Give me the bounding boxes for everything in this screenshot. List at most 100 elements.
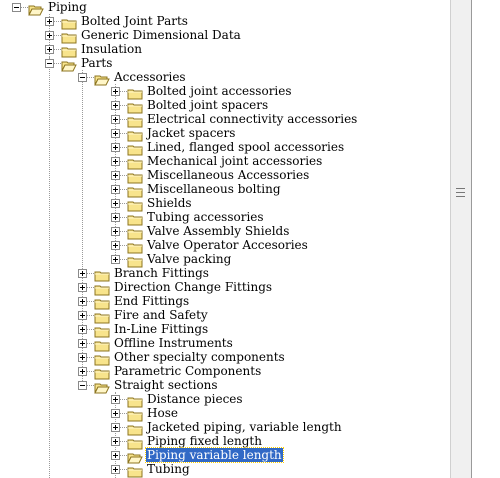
tree-view[interactable]: Piping Bolted Joint Parts Generic Dimensio… [0, 0, 450, 478]
collapse-minus-icon[interactable] [78, 381, 87, 390]
expand-plus-icon[interactable] [78, 283, 87, 292]
tree-item[interactable]: Tubing [0, 462, 450, 478]
tree-item[interactable]: Electrical connectivity accessories [0, 112, 450, 128]
expand-plus-icon[interactable] [111, 185, 120, 194]
tree-item[interactable]: Fire and Safety [0, 308, 450, 324]
splitter-bar[interactable] [450, 0, 471, 478]
tree-item-label[interactable]: In-Line Fittings [113, 322, 209, 336]
expand-plus-icon[interactable] [111, 227, 120, 236]
tree-item-label[interactable]: Piping variable length [145, 447, 284, 463]
tree-item[interactable]: Distance pieces [0, 392, 450, 408]
tree-item[interactable]: Valve Assembly Shields [0, 224, 450, 240]
tree-item-label[interactable]: Valve Assembly Shields [146, 224, 290, 238]
expand-plus-icon[interactable] [111, 171, 120, 180]
expand-plus-icon[interactable] [78, 297, 87, 306]
tree-item[interactable]: Jacket spacers [0, 126, 450, 142]
expand-plus-icon[interactable] [78, 311, 87, 320]
tree-item[interactable]: Bolted Joint Parts [0, 14, 450, 30]
tree-item[interactable]: Parametric Components [0, 364, 450, 380]
tree-item-label[interactable]: Bolted joint spacers [146, 98, 269, 112]
tree-item-label[interactable]: Valve packing [146, 252, 232, 266]
expand-plus-icon[interactable] [111, 465, 120, 474]
tree-item[interactable]: Generic Dimensional Data [0, 28, 450, 44]
tree-item-label[interactable]: Bolted joint accessories [146, 84, 293, 98]
tree-item-label[interactable]: Direction Change Fittings [113, 280, 273, 294]
tree-item[interactable]: Bolted joint accessories [0, 84, 450, 100]
tree-item-label[interactable]: Miscellaneous bolting [146, 182, 282, 196]
tree-item[interactable]: Valve Operator Accesories [0, 238, 450, 254]
expand-plus-icon[interactable] [45, 45, 54, 54]
tree-item-label[interactable]: Piping fixed length [146, 434, 263, 448]
tree-item[interactable]: Straight sections [0, 378, 450, 394]
tree-item-label[interactable]: Tubing [146, 462, 191, 476]
expand-plus-icon[interactable] [78, 269, 87, 278]
tree-item-label[interactable]: Distance pieces [146, 392, 244, 406]
tree-item-label[interactable]: Lined, flanged spool accessories [146, 140, 345, 154]
tree-item-label[interactable]: Insulation [80, 42, 143, 56]
tree-item-label[interactable]: Branch Fittings [113, 266, 210, 280]
tree-item[interactable]: In-Line Fittings [0, 322, 450, 338]
expand-plus-icon[interactable] [111, 199, 120, 208]
tree-item[interactable]: Valve packing [0, 252, 450, 268]
collapse-minus-icon[interactable] [45, 59, 54, 68]
tree-item[interactable]: Parts [0, 56, 450, 72]
tree-item-label[interactable]: Hose [146, 406, 179, 420]
tree-item[interactable]: End Fittings [0, 294, 450, 310]
tree-item[interactable]: Miscellaneous bolting [0, 182, 450, 198]
tree-item-label[interactable]: Miscellaneous Accessories [146, 168, 310, 182]
tree-item-label[interactable]: Piping [47, 0, 88, 14]
expand-plus-icon[interactable] [111, 157, 120, 166]
expand-plus-icon[interactable] [78, 367, 87, 376]
tree-item-label[interactable]: Other specialty components [113, 350, 286, 364]
tree-item[interactable]: Other specialty components [0, 350, 450, 366]
tree-item-label[interactable]: Accessories [113, 70, 187, 84]
tree-item-label[interactable]: Jacket spacers [146, 126, 236, 140]
expand-plus-icon[interactable] [111, 129, 120, 138]
tree-item-label[interactable]: Bolted Joint Parts [80, 14, 189, 28]
expand-plus-icon[interactable] [78, 339, 87, 348]
collapse-minus-icon[interactable] [78, 73, 87, 82]
tree-item-label[interactable]: Parts [80, 56, 113, 70]
tree-item[interactable]: Insulation [0, 42, 450, 58]
tree-item-label[interactable]: Shields [146, 196, 193, 210]
grip-icon[interactable] [456, 188, 465, 197]
expand-plus-icon[interactable] [111, 451, 120, 460]
tree-item-label[interactable]: Tubing accessories [146, 210, 265, 224]
tree-item-label[interactable]: Electrical connectivity accessories [146, 112, 358, 126]
collapse-minus-icon[interactable] [12, 3, 21, 12]
tree-item[interactable]: Shields [0, 196, 450, 212]
tree-item-label[interactable]: Mechanical joint accessories [146, 154, 323, 168]
tree-item[interactable]: Piping variable length [0, 447, 450, 464]
tree-item-label[interactable]: Fire and Safety [113, 308, 209, 322]
tree-item-label[interactable]: Straight sections [113, 378, 219, 392]
tree-item[interactable]: Piping fixed length [0, 434, 450, 450]
tree-item[interactable]: Tubing accessories [0, 210, 450, 226]
expand-plus-icon[interactable] [111, 101, 120, 110]
tree-item[interactable]: Mechanical joint accessories [0, 154, 450, 170]
expand-plus-icon[interactable] [111, 423, 120, 432]
tree-item[interactable]: Piping [0, 0, 450, 16]
tree-item[interactable]: Offline Instruments [0, 336, 450, 352]
tree-item-label[interactable]: End Fittings [113, 294, 190, 308]
expand-plus-icon[interactable] [111, 437, 120, 446]
expand-plus-icon[interactable] [111, 87, 120, 96]
expand-plus-icon[interactable] [78, 325, 87, 334]
tree-item[interactable]: Accessories [0, 70, 450, 86]
tree-item[interactable]: Branch Fittings [0, 266, 450, 282]
tree-item[interactable]: Direction Change Fittings [0, 280, 450, 296]
expand-plus-icon[interactable] [111, 143, 120, 152]
expand-plus-icon[interactable] [111, 255, 120, 264]
tree-item-label[interactable]: Generic Dimensional Data [80, 28, 242, 42]
tree-item-label[interactable]: Offline Instruments [113, 336, 234, 350]
tree-item[interactable]: Miscellaneous Accessories [0, 168, 450, 184]
tree-item[interactable]: Jacketed piping, variable length [0, 420, 450, 436]
tree-item[interactable]: Lined, flanged spool accessories [0, 140, 450, 156]
expand-plus-icon[interactable] [45, 17, 54, 26]
expand-plus-icon[interactable] [111, 115, 120, 124]
tree-item[interactable]: Hose [0, 406, 450, 422]
tree-item-label[interactable]: Parametric Components [113, 364, 262, 378]
expand-plus-icon[interactable] [111, 395, 120, 404]
tree-item-label[interactable]: Valve Operator Accesories [146, 238, 309, 252]
expand-plus-icon[interactable] [111, 409, 120, 418]
tree-item-label[interactable]: Jacketed piping, variable length [146, 420, 343, 434]
